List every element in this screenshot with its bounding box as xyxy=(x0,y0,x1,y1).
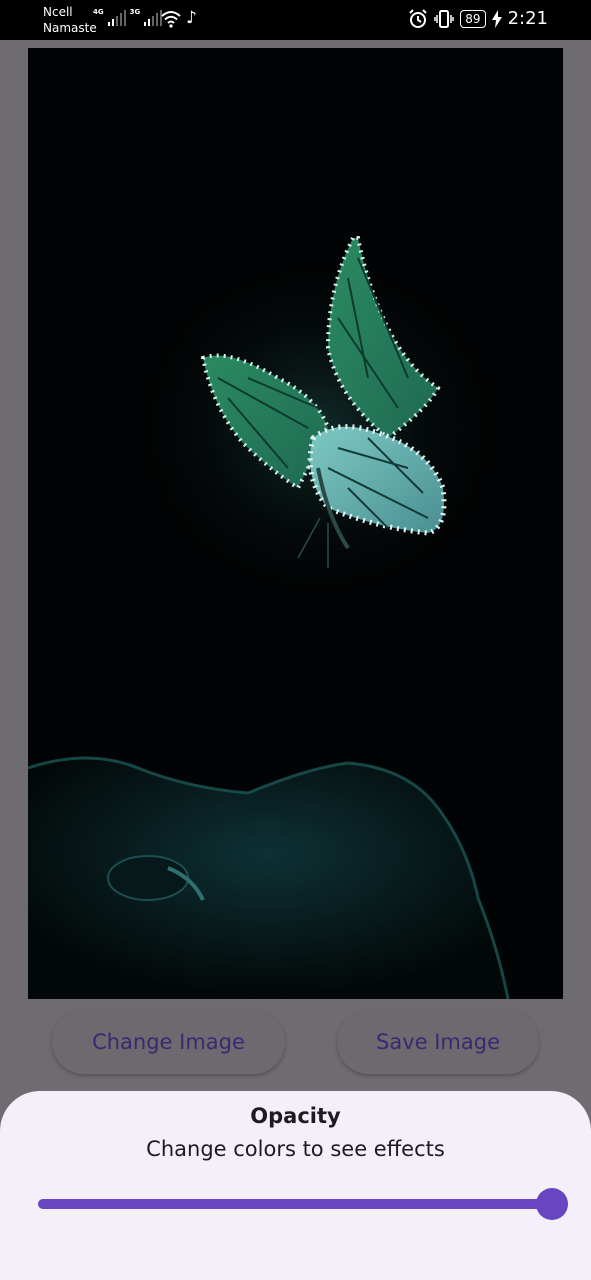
alarm-icon xyxy=(409,8,428,28)
slider-thumb[interactable] xyxy=(536,1188,568,1220)
wifi-icon xyxy=(161,10,181,32)
status-bar: Ncell Namaste 4G 3G ♪ 89 2:21 xyxy=(0,0,591,40)
vibrate-icon xyxy=(434,9,455,28)
clock: 2:21 xyxy=(507,8,548,29)
edited-image xyxy=(28,48,563,999)
sheet-subtitle: Change colors to see effects xyxy=(146,1137,445,1161)
carrier-name-secondary: Namaste xyxy=(43,21,97,35)
network-type-sim1: 4G xyxy=(93,8,104,16)
battery-icon: 89 xyxy=(460,9,486,28)
slider-active-track xyxy=(38,1199,552,1209)
change-image-button[interactable]: Change Image xyxy=(52,1010,285,1074)
battery-level: 89 xyxy=(465,11,481,26)
network-type-sim2: 3G xyxy=(129,8,141,16)
signal-icon: 4G 3G xyxy=(93,8,163,26)
opacity-bottom-sheet: Opacity Change colors to see effects xyxy=(0,1091,591,1280)
carrier-name: Ncell xyxy=(43,5,73,19)
carrier-info: Ncell Namaste xyxy=(43,4,97,36)
music-note-icon: ♪ xyxy=(186,8,197,28)
system-status: 89 2:21 xyxy=(408,8,548,29)
charging-icon xyxy=(491,9,502,28)
save-image-button[interactable]: Save Image xyxy=(337,1010,539,1074)
sheet-title: Opacity xyxy=(250,1104,341,1128)
opacity-slider[interactable] xyxy=(38,1187,568,1221)
